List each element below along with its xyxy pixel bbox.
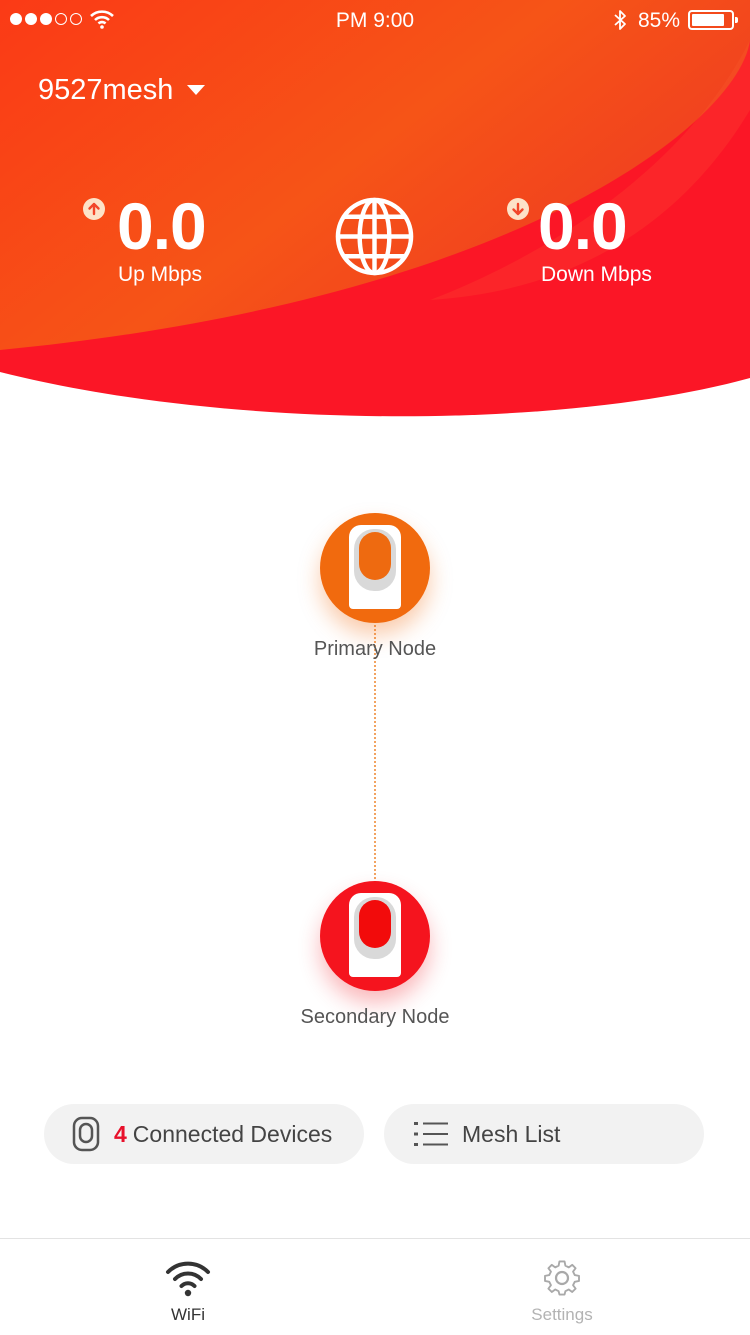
mesh-list-label: Mesh List bbox=[462, 1120, 561, 1147]
download-speed-value: 0.0 bbox=[538, 189, 628, 263]
globe-icon bbox=[335, 197, 414, 276]
wifi-icon bbox=[166, 1261, 210, 1297]
secondary-node-label: Secondary Node bbox=[300, 1006, 450, 1028]
download-arrow-icon bbox=[507, 198, 529, 220]
network-selector[interactable]: 9527mesh bbox=[38, 70, 206, 110]
tab-settings[interactable]: Settings bbox=[462, 1239, 662, 1335]
network-name: 9527mesh bbox=[38, 73, 174, 106]
primary-node-label: Primary Node bbox=[313, 638, 437, 660]
upload-speed-label: Up Mbps bbox=[118, 263, 203, 286]
gear-icon bbox=[544, 1260, 580, 1296]
tab-settings-label: Settings bbox=[531, 1305, 593, 1324]
battery-icon bbox=[688, 10, 738, 30]
status-bar: PM 9:00 85% bbox=[0, 0, 750, 40]
connected-devices-label: Connected Devices bbox=[132, 1120, 333, 1147]
list-icon bbox=[414, 1122, 448, 1146]
tab-bar: WiFi Settings bbox=[0, 1238, 750, 1335]
tab-wifi-label: WiFi bbox=[171, 1305, 205, 1324]
primary-node[interactable] bbox=[320, 513, 430, 623]
battery-percentage: 85% bbox=[638, 9, 681, 32]
device-icon bbox=[72, 1116, 100, 1152]
node-link-line bbox=[374, 625, 376, 883]
upload-arrow-icon bbox=[83, 198, 105, 220]
bluetooth-icon bbox=[614, 10, 626, 30]
caret-down-icon bbox=[187, 85, 206, 95]
tab-wifi[interactable]: WiFi bbox=[88, 1239, 288, 1335]
mesh-list-button[interactable]: Mesh List bbox=[384, 1104, 704, 1164]
connected-devices-button[interactable]: 4 Connected Devices bbox=[44, 1104, 364, 1164]
router-icon bbox=[349, 525, 401, 609]
secondary-node[interactable] bbox=[320, 881, 430, 991]
battery-level-fill bbox=[692, 14, 724, 26]
download-speed-label: Down Mbps bbox=[541, 263, 652, 286]
device-count: 4 bbox=[114, 1120, 127, 1147]
router-icon bbox=[349, 893, 401, 977]
upload-speed-value: 0.0 bbox=[117, 189, 207, 263]
